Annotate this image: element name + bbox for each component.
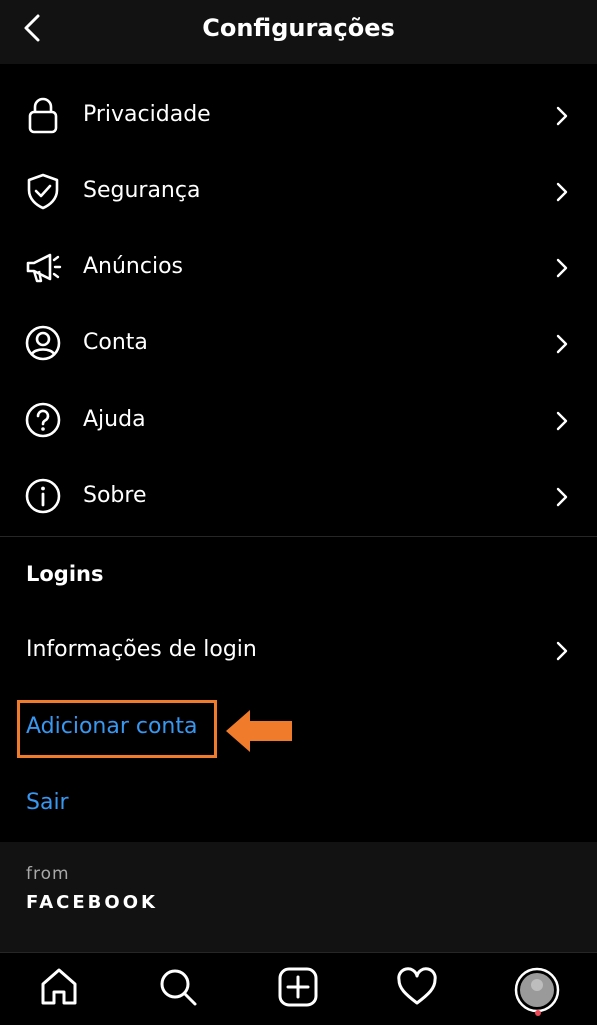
new-post-icon [278, 967, 318, 1007]
settings-item-label: Anúncios [83, 254, 184, 279]
tab-activity[interactable] [395, 965, 439, 1009]
tab-new-post[interactable] [276, 965, 320, 1009]
settings-item-security[interactable]: Segurança [0, 162, 597, 222]
info-circle-icon [25, 478, 61, 514]
section-divider [0, 536, 597, 537]
chevron-right-icon [556, 411, 568, 431]
settings-item-label: Segurança [83, 178, 201, 203]
chevron-right-icon [556, 182, 568, 202]
settings-item-label: Privacidade [83, 102, 211, 127]
settings-item-label: Ajuda [83, 407, 146, 432]
settings-item-ads[interactable]: Anúncios [0, 238, 597, 298]
header: Configurações [0, 0, 597, 64]
settings-item-help[interactable]: Ajuda [0, 391, 597, 451]
footer: from FACEBOOK [0, 842, 597, 952]
login-info-item[interactable]: Informações de login [0, 623, 597, 679]
footer-from: from [26, 864, 70, 884]
tab-home[interactable] [37, 965, 81, 1009]
lock-icon [28, 97, 58, 134]
login-info-label: Informações de login [26, 637, 257, 662]
tab-profile[interactable] [514, 967, 560, 1013]
user-circle-icon [25, 325, 61, 361]
avatar [514, 967, 560, 1013]
settings-item-label: Sobre [83, 483, 147, 508]
logout-link[interactable]: Sair [26, 790, 69, 815]
chevron-right-icon [556, 334, 568, 354]
notification-dot [535, 1010, 541, 1016]
page-title: Configurações [202, 14, 395, 42]
chevron-right-icon [556, 487, 568, 507]
chevron-right-icon [556, 258, 568, 278]
tab-search[interactable] [156, 965, 200, 1009]
megaphone-icon [26, 253, 62, 283]
highlight-box [17, 700, 217, 758]
home-icon [41, 968, 77, 1005]
settings-item-label: Conta [83, 330, 148, 355]
search-icon [160, 969, 197, 1006]
logins-section-title: Logins [26, 562, 104, 586]
help-circle-icon [25, 402, 61, 438]
tab-bar [0, 952, 597, 1025]
arrow-left-icon [226, 710, 292, 752]
settings-item-about[interactable]: Sobre [0, 467, 597, 527]
heart-icon [397, 967, 437, 1005]
settings-item-account[interactable]: Conta [0, 314, 597, 374]
settings-item-privacy[interactable]: Privacidade [0, 86, 597, 146]
chevron-right-icon [556, 106, 568, 126]
shield-check-icon [27, 173, 59, 210]
chevron-right-icon [556, 641, 568, 661]
facebook-logo: FACEBOOK [26, 892, 158, 913]
